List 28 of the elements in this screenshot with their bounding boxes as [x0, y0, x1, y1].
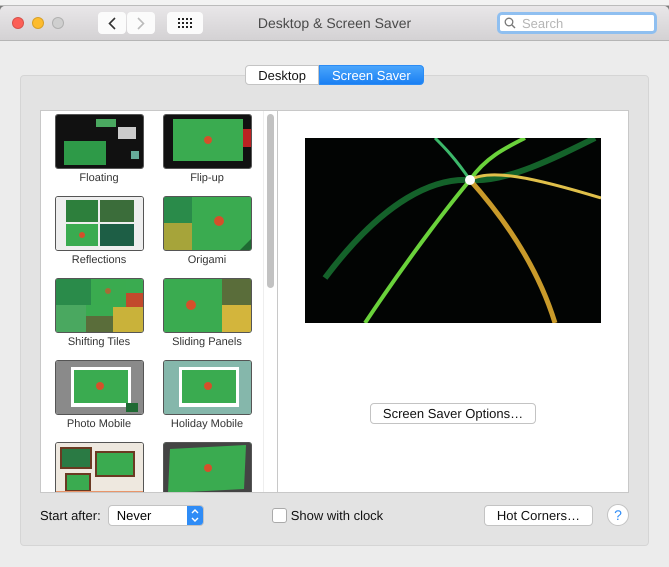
screen-saver-name: Origami: [188, 254, 226, 266]
show-with-clock-label: Show with clock: [290, 508, 384, 522]
hot-corners-button[interactable]: Hot Corners…: [484, 504, 593, 526]
close-button[interactable]: [12, 17, 24, 29]
show-with-clock-checkbox[interactable]: [272, 508, 287, 522]
screen-saver-options-button[interactable]: Screen Saver Options…: [370, 403, 536, 424]
up-down-arrows-icon: [186, 506, 203, 524]
screen-saver-name: Floating: [79, 172, 119, 184]
search-field[interactable]: Search: [497, 12, 657, 34]
screen-saver-name: Sliding Panels: [172, 336, 242, 348]
grid-icon: [178, 18, 192, 28]
show-all-button[interactable]: [167, 12, 203, 34]
screen-saver-name: Flip-up: [190, 172, 224, 184]
back-button[interactable]: [98, 12, 126, 34]
screen-saver-name: Photo Mobile: [66, 418, 132, 430]
chevron-right-icon: [137, 16, 145, 30]
tab[interactable]: Desktop: [245, 65, 319, 85]
chevron-left-icon: [108, 16, 116, 30]
start-after-dropdown[interactable]: Never: [108, 504, 204, 526]
minimize-button[interactable]: [32, 17, 44, 29]
search-icon: [504, 17, 516, 29]
screen-saver-name: Holiday Mobile: [170, 418, 244, 430]
scrollbar-thumb[interactable]: [267, 114, 274, 288]
zoom-button[interactable]: [52, 17, 64, 29]
start-after-label: Start after:: [40, 508, 101, 522]
screen-saver-name: Shifting Tiles: [68, 336, 130, 348]
window-title: Desktop & Screen Saver: [258, 15, 412, 31]
screen-saver-name: Reflections: [72, 254, 126, 266]
